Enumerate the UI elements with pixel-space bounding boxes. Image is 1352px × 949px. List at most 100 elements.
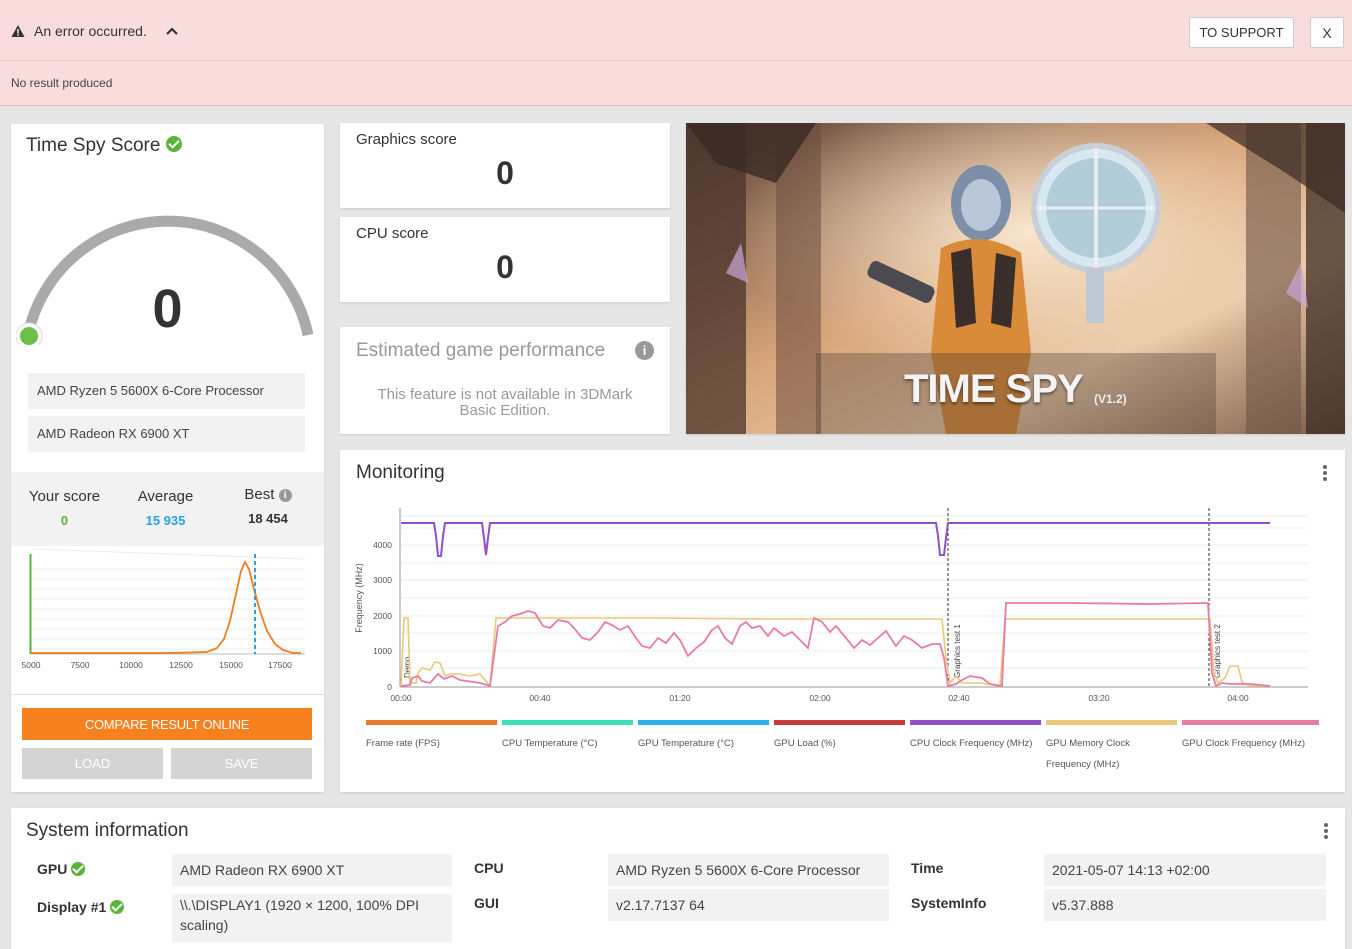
ytick-3000: 3000 [373,575,392,585]
ytick-4000: 4000 [373,540,392,550]
gui-value: v2.17.7137 64 [608,889,889,921]
hero-brand-title: TIME SPY [904,367,1084,411]
load-button[interactable]: LOAD [22,748,163,779]
error-banner-header: An error occurred. TO SUPPORT X [0,0,1352,61]
display-label: Display #1 [37,899,125,915]
error-banner: An error occurred. TO SUPPORT X No resul… [0,0,1352,106]
dist-tick-5000: 5000 [22,660,41,670]
egp-title: Estimated game performance [356,340,606,361]
check-icon [110,899,125,914]
xtick-0400: 04:00 [1227,693,1249,703]
legend-swatch [366,720,497,725]
score-value: 0 [152,279,183,339]
best-stat: Best i 18 454 [233,486,303,526]
your-score-label: Your score [28,488,101,505]
marker-graphics-test-1: Graphics test 1 [953,624,962,678]
error-title: An error occurred. [34,23,147,39]
graphics-score-label: Graphics score [356,131,457,148]
cpu-score-card: CPU score 0 [340,217,670,302]
dist-tick-7500: 7500 [71,660,90,670]
more-options-icon[interactable] [1323,465,1327,483]
ytick-1000: 1000 [373,646,392,656]
systeminfo-label: SystemInfo [911,895,987,911]
legend-label: GPU Memory Clock Frequency (MHz) [1046,738,1130,770]
gpu-value: AMD Radeon RX 6900 XT [172,854,452,886]
score-stats: Your score 0 Average 15 935 Best i 18 45… [11,472,324,546]
monitoring-title: Monitoring [356,462,445,483]
systeminfo-value: v5.37.888 [1044,889,1326,921]
cpu-name: AMD Ryzen 5 5600X 6-Core Processor [28,373,305,409]
save-button[interactable]: SAVE [171,748,312,779]
system-information-title: System information [26,820,189,841]
legend-label: CPU Temperature (°C) [502,738,598,749]
legend-gpu-memory-clock[interactable]: GPU Memory Clock Frequency (MHz) [1046,720,1177,775]
legend-frame-rate[interactable]: Frame rate (FPS) [366,720,497,754]
xtick-0200: 02:00 [809,693,831,703]
monitoring-card: Monitoring Frequency (MHz) 0 1000 2000 3… [340,450,1345,792]
legend-label: GPU Temperature (°C) [638,738,735,749]
time-value: 2021-05-07 14:13 +02:00 [1044,854,1326,886]
ytick-0: 0 [387,682,392,692]
best-value: 18 454 [248,511,288,526]
info-icon[interactable]: i [278,488,292,502]
gpu-label-text: GPU [37,861,68,877]
legend-swatch [1182,720,1319,725]
time-label: Time [911,860,944,876]
legend-gpu-load[interactable]: GPU Load (%) [774,720,905,754]
divider [11,694,324,695]
more-options-icon[interactable] [1324,823,1328,841]
xtick-0320: 03:20 [1088,693,1110,703]
system-information-card: System information GPU AMD Radeon RX 690… [11,808,1345,949]
best-label: Best i [233,486,303,503]
compare-result-online-button[interactable]: COMPARE RESULT ONLINE [22,708,312,740]
your-score-value: 0 [60,513,69,528]
best-label-text: Best [244,486,275,503]
dist-tick-12500: 12500 [169,660,193,670]
error-subtitle: No result produced [11,76,113,90]
chevron-up-icon[interactable] [165,24,179,38]
xtick-0240: 02:40 [948,693,970,703]
legend-cpu-clock[interactable]: CPU Clock Frequency (MHz) [910,720,1041,754]
display-value: \\.\DISPLAY1 (1920 × 1200, 100% DPI scal… [172,894,452,942]
gui-label: GUI [474,895,499,911]
warning-icon [11,25,25,37]
graphics-score-card: Graphics score 0 [340,123,670,208]
average-label: Average [137,488,194,505]
xtick-0040: 00:40 [529,693,551,703]
check-icon [166,136,183,153]
monitoring-chart: Frequency (MHz) 0 1000 2000 3000 4000 00… [354,508,1308,703]
ytick-2000: 2000 [373,611,392,621]
score-title-text: Time Spy Score [26,135,161,156]
monitoring-ylabel: Frequency (MHz) [354,563,364,633]
cpu-score-label: CPU score [356,225,429,242]
cpu-label: CPU [474,860,504,876]
close-banner-button[interactable]: X [1310,17,1344,48]
check-icon [71,861,86,876]
legend-label: CPU Clock Frequency (MHz) [910,738,1033,749]
dist-tick-10000: 10000 [119,660,143,670]
legend-gpu-temperature[interactable]: GPU Temperature (°C) [638,720,769,754]
cpu-score-value: 0 [496,249,514,285]
to-support-button[interactable]: TO SUPPORT [1189,17,1294,48]
legend-gpu-clock[interactable]: GPU Clock Frequency (MHz) [1182,720,1319,754]
legend-swatch [502,720,633,725]
legend-cpu-temperature[interactable]: CPU Temperature (°C) [502,720,633,754]
legend-label: GPU Clock Frequency (MHz) [1182,738,1305,749]
gpu-label: GPU [37,861,86,877]
xtick-0120: 01:20 [669,693,691,703]
dist-tick-17500: 17500 [268,660,292,670]
marker-demo: Demo [403,656,412,678]
legend-swatch [1046,720,1177,725]
legend-swatch [638,720,769,725]
score-card: Time Spy Score 0 AMD Ryzen 5 5600X 6-Cor… [11,124,324,792]
benchmark-hero-image: TIME SPY (V1.2) [686,123,1345,434]
average-stat: Average 15 935 [128,488,203,528]
legend-swatch [910,720,1041,725]
estimated-game-performance-card: Estimated game performance i This featur… [340,327,670,434]
xtick-0000: 00:00 [390,693,412,703]
display-label-text: Display #1 [37,899,107,915]
dist-tick-15000: 15000 [219,660,243,670]
info-icon[interactable]: i [635,341,654,360]
score-title: Time Spy Score [26,135,183,157]
legend-label: Frame rate (FPS) [366,738,440,749]
